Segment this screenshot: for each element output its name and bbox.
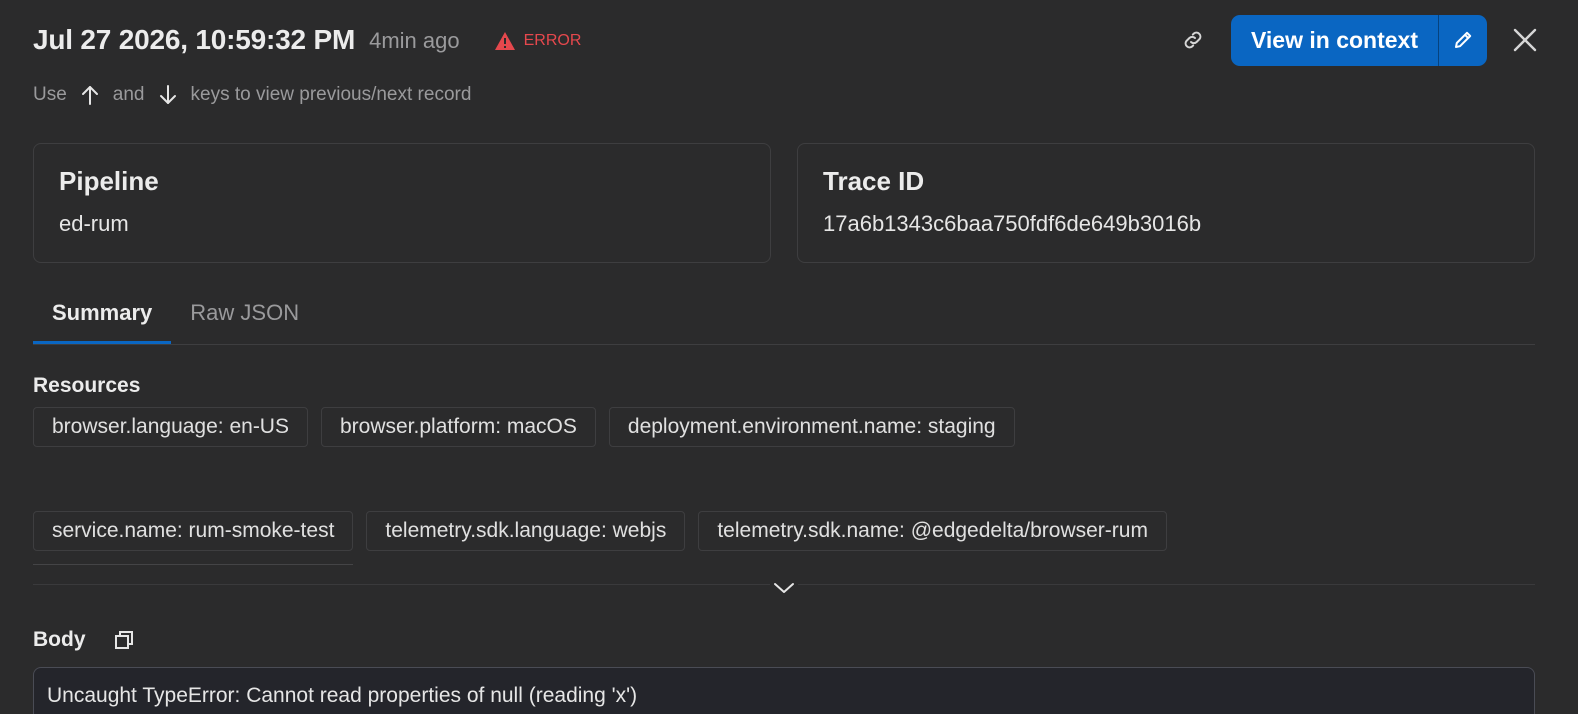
body-content: Uncaught TypeError: Cannot read properti… <box>33 667 1535 714</box>
hint-use: Use <box>33 84 67 105</box>
edit-button[interactable] <box>1439 15 1487 66</box>
copy-link-button[interactable] <box>1175 22 1211 58</box>
expand-resources-button[interactable] <box>770 574 798 602</box>
link-icon <box>1184 31 1202 49</box>
resource-chip[interactable]: telemetry.sdk.name: @edgedelta/browser-r… <box>698 511 1167 551</box>
arrow-up-icon <box>81 84 99 106</box>
pencil-icon <box>1455 31 1472 48</box>
view-in-context-button[interactable]: View in context <box>1231 15 1438 66</box>
hint-and: and <box>112 84 145 105</box>
chevron-down-icon <box>774 583 794 593</box>
pipeline-value: ed-rum <box>59 211 129 236</box>
resource-chip[interactable]: service.name: rum-smoke-test <box>33 511 354 551</box>
copy-icon <box>114 631 133 649</box>
pipeline-title: Pipeline <box>59 166 159 196</box>
resource-chip[interactable]: browser.platform: macOS <box>320 407 596 447</box>
view-in-context-group: View in context <box>1230 14 1487 66</box>
resource-chip[interactable]: browser.language: en-US <box>33 407 308 447</box>
pipeline-card: Pipeline ed-rum <box>33 143 771 263</box>
resources-row-2: service.name: rum-smoke-test telemetry.s… <box>33 511 1180 551</box>
close-icon <box>1513 28 1537 52</box>
tab-summary[interactable]: Summary <box>33 290 172 344</box>
trace-id-value: 17a6b1343c6baa750fdf6de649b3016b <box>823 211 1202 236</box>
body-header: Body <box>33 628 136 652</box>
severity-label: ERROR <box>523 32 582 49</box>
resource-chip[interactable]: telemetry.sdk.language: webjs <box>366 511 686 551</box>
warning-icon <box>494 32 515 50</box>
tab-raw-json[interactable]: Raw JSON <box>171 290 318 334</box>
header-actions: View in context <box>1175 14 1545 66</box>
severity-badge: ERROR <box>494 31 582 51</box>
trace-id-card: Trace ID 17a6b1343c6baa750fdf6de649b3016… <box>797 143 1535 263</box>
record-tabs: Summary Raw JSON <box>33 290 1535 345</box>
record-header: Jul 27 2026, 10:59:32 PM 4min ago ERROR … <box>33 14 1545 66</box>
relative-time: 4min ago <box>369 28 460 53</box>
hint-rest: keys to view previous/next record <box>190 84 472 105</box>
arrow-down-icon <box>159 84 177 106</box>
keyboard-hint: Use and keys to view previous/next recor… <box>33 84 471 106</box>
resources-title: Resources <box>33 374 141 397</box>
close-button[interactable] <box>1505 20 1545 60</box>
truncated-chip-edge <box>33 564 353 565</box>
record-timestamp: Jul 27 2026, 10:59:32 PM <box>33 24 356 55</box>
resource-chip[interactable]: deployment.environment.name: staging <box>608 407 1015 447</box>
copy-body-button[interactable] <box>112 628 136 652</box>
body-title: Body <box>33 628 86 651</box>
log-record-panel: Jul 27 2026, 10:59:32 PM 4min ago ERROR … <box>0 0 1578 714</box>
resources-row-1: browser.language: en-US browser.platform… <box>33 407 1028 447</box>
trace-id-title: Trace ID <box>823 166 925 196</box>
